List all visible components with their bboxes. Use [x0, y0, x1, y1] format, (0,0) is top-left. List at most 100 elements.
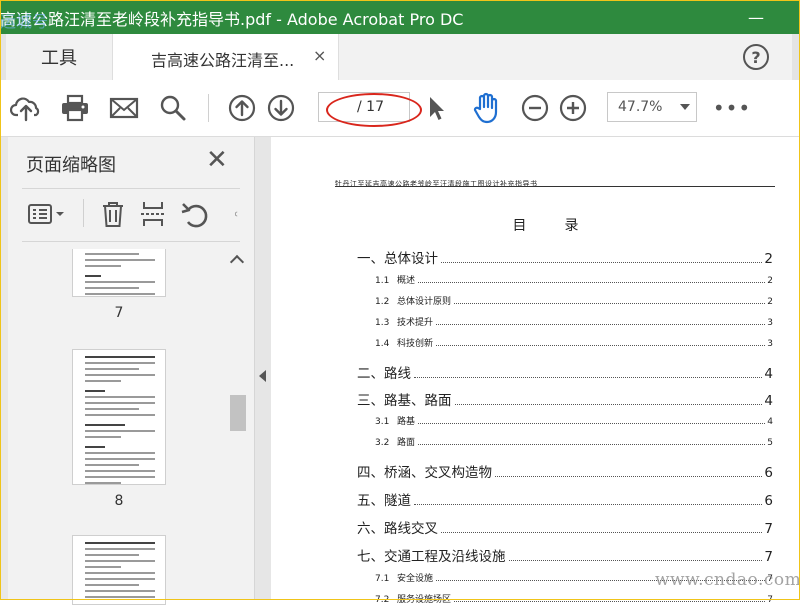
- rotate-left-icon: [181, 203, 208, 228]
- panel-divider: [22, 241, 240, 242]
- toc-chapter-entry[interactable]: 七、交通工程及沿线设施 7: [357, 545, 773, 565]
- more-icon: •••: [712, 96, 752, 120]
- tab-document[interactable]: 吉高速公路汪清至... ×: [112, 34, 339, 81]
- more-tools-button[interactable]: •••: [712, 92, 752, 124]
- toolbar: / 17 47.7% •••: [0, 80, 800, 137]
- toc-page-number: 2: [767, 297, 773, 307]
- toc-section-number: 7.1: [375, 574, 390, 584]
- thumbnail-page-number: 7: [114, 305, 124, 321]
- rotate-right-button[interactable]: [222, 199, 240, 229]
- toc-dot-leader: [436, 324, 766, 325]
- toc-dot-leader: [418, 423, 766, 424]
- page-number-input[interactable]: [325, 98, 357, 118]
- toc-section-number: 1.1: [375, 276, 390, 286]
- previous-page-button[interactable]: [226, 92, 258, 124]
- toc-dot-leader: [418, 282, 766, 283]
- scroll-up-icon[interactable]: [229, 254, 245, 270]
- toc-section-number: 1.3: [375, 318, 390, 328]
- toc-entry-text: 安全设施: [397, 574, 434, 584]
- toc-page-number: 4: [767, 417, 773, 427]
- thumbnail-scrollbar[interactable]: [228, 249, 246, 600]
- cloud-upload-icon: [10, 97, 40, 122]
- toc-dot-leader: [418, 444, 766, 445]
- toc-entry-text: 一、总体设计: [357, 251, 438, 267]
- chevron-down-icon: [680, 104, 690, 110]
- help-button[interactable]: ?: [743, 44, 769, 70]
- toc-dot-leader: [454, 601, 766, 602]
- zoom-in-icon: [559, 94, 587, 122]
- tab-bar: 工具 吉高速公路汪清至... × ?: [0, 34, 800, 81]
- upload-button[interactable]: [10, 92, 42, 124]
- select-tool-button[interactable]: [420, 92, 452, 124]
- toc-section-entry[interactable]: 1.2 总体设计原则 2: [375, 294, 773, 307]
- toc-entry-text: 六、路线交叉: [357, 521, 438, 537]
- toc-page-number: 3: [767, 339, 773, 349]
- toc-title: 目 录: [512, 218, 591, 234]
- page-thumbnail[interactable]: [72, 249, 166, 297]
- zoom-out-button[interactable]: [519, 92, 551, 124]
- zoom-out-icon: [521, 94, 549, 122]
- watermark-top-left: 运城号: [0, 12, 49, 31]
- next-page-button[interactable]: [265, 92, 297, 124]
- toc-section-entry[interactable]: 7.2 服务设施场区 7: [375, 592, 773, 605]
- toc-entry-text: 七、交通工程及沿线设施: [357, 549, 506, 565]
- toc-section-number: 3.2: [375, 438, 390, 448]
- print-button[interactable]: [59, 92, 91, 124]
- toc-section-entry[interactable]: 3.1 路基 4: [375, 414, 773, 427]
- split-pages-button[interactable]: [138, 199, 168, 229]
- thumbnail-panel: 页面缩略图 ✕ 7 8: [0, 137, 255, 605]
- page-total: / 17: [357, 99, 384, 115]
- toc-chapter-entry[interactable]: 五、隧道 6: [357, 489, 773, 509]
- thumbnail-options-button[interactable]: [26, 199, 66, 229]
- scrollbar-thumb[interactable]: [230, 395, 246, 431]
- tab-tools[interactable]: 工具: [14, 34, 104, 80]
- toc-entry-text: 三、路基、路面: [357, 393, 452, 409]
- panel-edge: [0, 137, 8, 600]
- cursor-arrow-icon: [430, 97, 444, 120]
- page-number-box: / 17: [318, 92, 410, 122]
- delete-pages-button[interactable]: [98, 199, 128, 229]
- toc-entry-text: 路面: [397, 438, 416, 448]
- email-button[interactable]: [108, 92, 140, 124]
- help-icon: ?: [751, 47, 761, 67]
- panel-splitter[interactable]: [255, 137, 271, 600]
- toc-chapter-entry[interactable]: 一、总体设计 2: [357, 247, 773, 267]
- toolbar-separator: [208, 94, 209, 122]
- toc-entry-text: 四、桥涵、交叉构造物: [357, 465, 492, 481]
- toc-section-number: 1.2: [375, 297, 390, 307]
- toc-chapter-entry[interactable]: 三、路基、路面 4: [357, 389, 773, 409]
- maximize-button[interactable]: [738, 0, 778, 34]
- toc-page-number: 4: [764, 393, 773, 409]
- hand-tool-button[interactable]: [470, 92, 502, 124]
- toc-section-entry[interactable]: 1.1 概述 2: [375, 273, 773, 286]
- page-thumbnail[interactable]: [72, 535, 166, 605]
- toc-section-entry[interactable]: 1.4 科技创新 3: [375, 336, 773, 349]
- panel-close-icon[interactable]: ✕: [206, 147, 228, 173]
- toc-section-entry[interactable]: 3.2 路面 5: [375, 435, 773, 448]
- zoom-dropdown[interactable]: 47.7%: [607, 92, 697, 122]
- toc-page-number: 7: [764, 549, 773, 565]
- search-button[interactable]: [157, 92, 189, 124]
- toc-section-number: 3.1: [375, 417, 390, 427]
- toc-chapter-entry[interactable]: 六、路线交叉 7: [357, 517, 773, 537]
- document-header: 牡丹江至延吉高速公路老爷岭至汪清段施工图设计补充指导书: [335, 180, 538, 188]
- toc-dot-leader: [441, 532, 763, 533]
- toc-dot-leader: [454, 303, 766, 304]
- hand-icon: [473, 92, 498, 124]
- tab-home-stub[interactable]: [0, 34, 6, 80]
- toc-page-number: 2: [764, 251, 773, 267]
- panel-title: 页面缩略图: [26, 155, 116, 176]
- toc-entry-text: 二、路线: [357, 366, 411, 382]
- rotate-left-button[interactable]: [180, 199, 210, 229]
- collapse-panel-icon[interactable]: [259, 370, 266, 382]
- toc-chapter-entry[interactable]: 二、路线 4: [357, 362, 773, 382]
- toc-chapter-entry[interactable]: 四、桥涵、交叉构造物 6: [357, 461, 773, 481]
- zoom-in-button[interactable]: [557, 92, 589, 124]
- tab-close-icon[interactable]: ×: [313, 46, 326, 65]
- toc-section-entry[interactable]: 1.3 技术提升 3: [375, 315, 773, 328]
- page-thumbnail[interactable]: [72, 349, 166, 485]
- toc-dot-leader: [436, 345, 766, 346]
- options-menu-icon: [28, 204, 64, 224]
- zoom-value: 47.7%: [618, 99, 663, 115]
- toc-dot-leader: [495, 476, 763, 477]
